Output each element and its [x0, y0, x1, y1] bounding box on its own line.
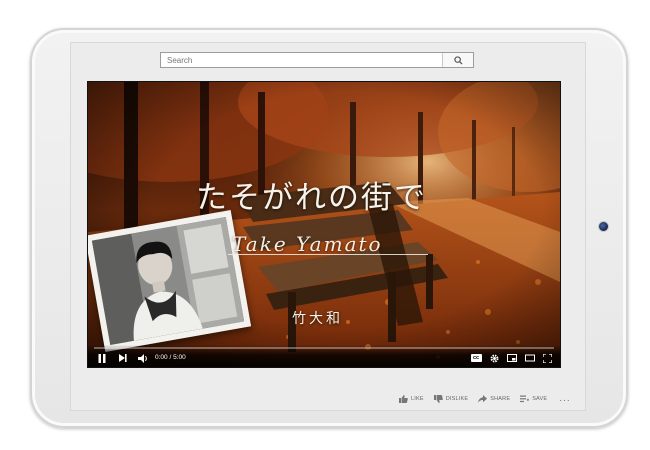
front-camera: [598, 221, 609, 232]
player-controls: 0:00 / 5:00 cc: [88, 345, 560, 367]
artist-underline: [228, 254, 428, 255]
search-button[interactable]: [442, 53, 473, 67]
search-input[interactable]: [161, 53, 441, 67]
gear-icon: [490, 354, 498, 362]
miniplayer-button[interactable]: [506, 353, 517, 363]
next-button[interactable]: [118, 353, 128, 363]
time-display: 0:00 / 5:00: [155, 354, 186, 361]
share-button[interactable]: SHARE: [478, 395, 510, 403]
captions-button[interactable]: cc: [470, 353, 482, 363]
fullscreen-icon: [543, 353, 552, 363]
more-icon[interactable]: ...: [559, 394, 570, 404]
artist-name-en: Take Yamato: [232, 232, 383, 256]
search-icon: [453, 55, 463, 65]
save-icon: [520, 395, 530, 403]
volume-icon: [138, 353, 147, 363]
save-button[interactable]: SAVE: [520, 395, 547, 403]
volume-button[interactable]: [137, 353, 149, 363]
theater-icon: [524, 354, 535, 362]
artist-name-jp: 竹大和: [292, 311, 343, 327]
video-title-jp: たそがれの街で: [196, 180, 427, 216]
save-label: SAVE: [532, 396, 548, 402]
play-pause-button[interactable]: [97, 353, 107, 363]
video-actions: LIKE DISLIKE SHARE SAVE ...: [399, 393, 571, 405]
play-pause-icon: [98, 353, 106, 363]
next-icon: [119, 354, 127, 362]
miniplayer-icon: [506, 354, 517, 362]
dislike-button[interactable]: DISLIKE: [433, 395, 469, 403]
like-button[interactable]: LIKE: [399, 395, 424, 403]
share-label: SHARE: [490, 396, 511, 402]
settings-button[interactable]: [489, 353, 499, 363]
video-player[interactable]: たそがれの街で Take Yamato 竹大和 0:00 / 5:00 cc: [87, 81, 561, 368]
cc-icon: cc: [470, 354, 482, 362]
thumbs-down-icon: [433, 395, 443, 403]
theater-mode-button[interactable]: [524, 353, 535, 363]
dislike-label: DISLIKE: [445, 396, 469, 402]
search-bar: [160, 52, 474, 68]
fullscreen-button[interactable]: [542, 353, 553, 363]
share-icon: [478, 395, 488, 403]
tablet-screen: たそがれの街で Take Yamato 竹大和 0:0: [70, 42, 586, 411]
progress-bar[interactable]: [94, 347, 554, 349]
portrait-image: [91, 216, 245, 346]
thumbs-up-icon: [399, 395, 408, 403]
like-label: LIKE: [411, 396, 424, 402]
